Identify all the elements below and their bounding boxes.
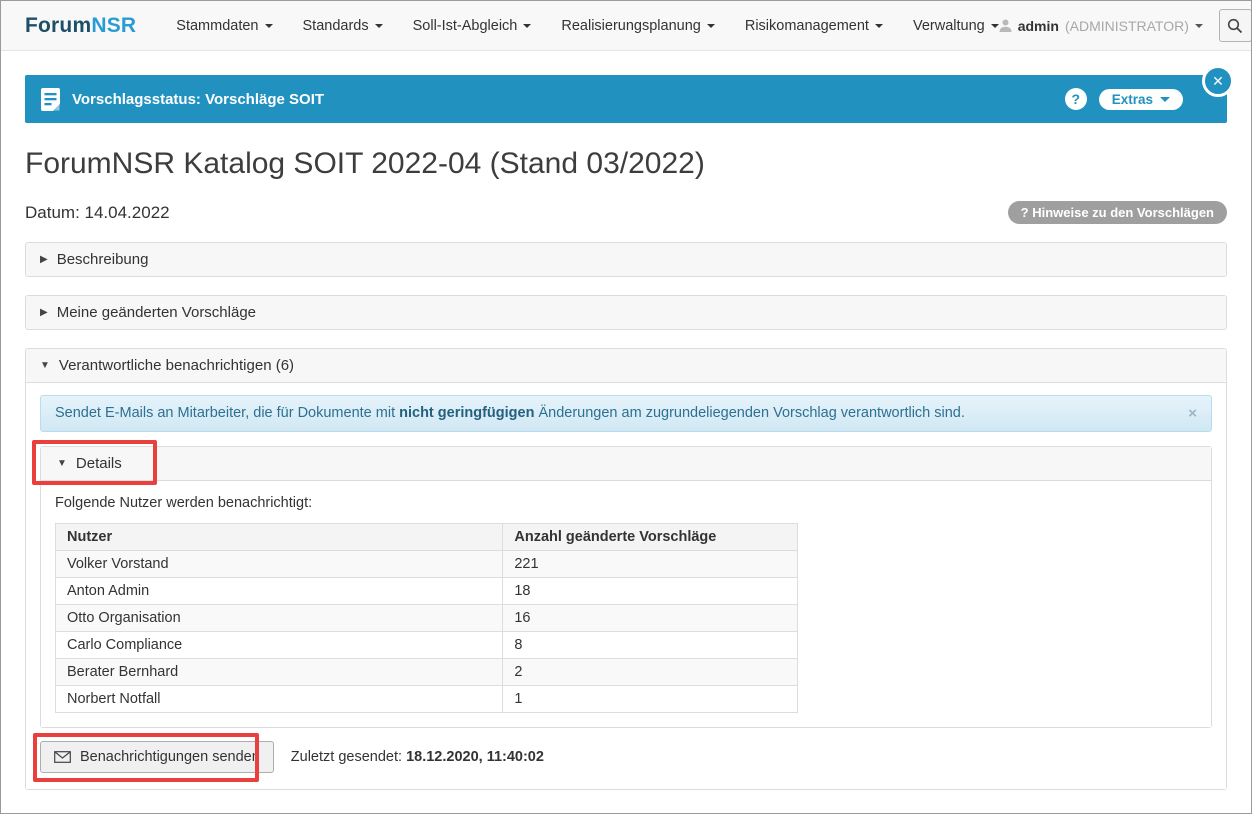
menu-label: Standards xyxy=(303,18,369,34)
caret-down-icon xyxy=(523,24,531,28)
status-header-actions: ? Extras xyxy=(1065,88,1183,110)
cell-count: 221 xyxy=(503,551,798,578)
info-alert: Sendet E-Mails an Mitarbeiter, die für D… xyxy=(40,395,1212,432)
user-menu[interactable]: admin (ADMINISTRATOR) xyxy=(999,18,1203,34)
send-row: Benachrichtigungen senden Zuletzt gesend… xyxy=(40,741,1212,773)
menu-item-standards[interactable]: Standards xyxy=(303,18,383,34)
panel-meine-vorschlaege: ▶ Meine geänderten Vorschläge xyxy=(25,295,1227,330)
panel-meine-vorschlaege-header[interactable]: ▶ Meine geänderten Vorschläge xyxy=(26,296,1226,329)
envelope-icon xyxy=(54,751,71,763)
search-button[interactable] xyxy=(1219,9,1252,42)
close-panel-button[interactable]: ✕ xyxy=(1202,65,1234,97)
subtitle-row: Datum: 14.04.2022 ? Hinweise zu den Vors… xyxy=(25,201,1227,224)
panel-beschreibung: ▶ Beschreibung xyxy=(25,242,1227,277)
page-content: Vorschlagsstatus: Vorschläge SOIT ? Extr… xyxy=(1,75,1251,790)
cell-count: 8 xyxy=(503,632,798,659)
caret-down-icon: ▼ xyxy=(40,361,50,371)
caret-down-icon xyxy=(375,24,383,28)
caret-right-icon: ▶ xyxy=(40,255,48,265)
help-button[interactable]: ? xyxy=(1065,88,1087,110)
topbar-right: admin (ADMINISTRATOR) xyxy=(999,9,1252,42)
menu-label: Verwaltung xyxy=(913,18,985,34)
extras-dropdown-button[interactable]: Extras xyxy=(1099,89,1183,110)
top-navbar: ForumNSR Stammdaten Standards Soll-Ist-A… xyxy=(1,1,1251,51)
table-row: Volker Vorstand 221 xyxy=(56,551,798,578)
menu-label: Risikomanagement xyxy=(745,18,869,34)
column-header-nutzer: Nutzer xyxy=(56,524,503,551)
panel-meine-vorschlaege-label: Meine geänderten Vorschläge xyxy=(57,304,256,321)
send-button-label: Benachrichtigungen senden xyxy=(80,749,260,765)
table-row: Norbert Notfall 1 xyxy=(56,686,798,713)
caret-down-icon: ▼ xyxy=(57,459,67,469)
table-row: Berater Bernhard 2 xyxy=(56,659,798,686)
cell-user: Anton Admin xyxy=(56,578,503,605)
cell-user: Berater Bernhard xyxy=(56,659,503,686)
logo-part-forum: Forum xyxy=(25,14,91,37)
table-row: Carlo Compliance 8 xyxy=(56,632,798,659)
menu-label: Realisierungsplanung xyxy=(561,18,700,34)
panel-verantwortliche-header[interactable]: ▼ Verantwortliche benachrichtigen (6) xyxy=(26,349,1226,382)
document-icon xyxy=(41,88,60,111)
date-text: Datum: 14.04.2022 xyxy=(25,203,170,223)
cell-user: Norbert Notfall xyxy=(56,686,503,713)
table-header-row: Nutzer Anzahl geänderte Vorschläge xyxy=(56,524,798,551)
caret-down-icon xyxy=(265,24,273,28)
details-panel-header[interactable]: ▼ Details xyxy=(41,447,1211,480)
user-role: (ADMINISTRATOR) xyxy=(1065,18,1189,34)
send-button-wrap: Benachrichtigungen senden xyxy=(40,741,274,773)
menu-item-stammdaten[interactable]: Stammdaten xyxy=(176,18,272,34)
menu-item-verwaltung[interactable]: Verwaltung xyxy=(913,18,999,34)
panel-beschreibung-header[interactable]: ▶ Beschreibung xyxy=(26,243,1226,276)
page-title: ForumNSR Katalog SOIT 2022-04 (Stand 03/… xyxy=(25,147,1227,181)
panel-verantwortliche-label: Verantwortliche benachrichtigen (6) xyxy=(59,357,294,374)
cell-count: 16 xyxy=(503,605,798,632)
alert-text: Sendet E-Mails an Mitarbeiter, die für D… xyxy=(55,405,965,421)
status-header-bar: Vorschlagsstatus: Vorschläge SOIT ? Extr… xyxy=(25,75,1227,123)
last-sent-value: 18.12.2020, 11:40:02 xyxy=(406,749,544,765)
cell-count: 18 xyxy=(503,578,798,605)
user-icon xyxy=(999,19,1012,33)
username: admin xyxy=(1018,18,1059,34)
caret-down-icon xyxy=(991,24,999,28)
cell-user: Otto Organisation xyxy=(56,605,503,632)
table-row: Anton Admin 18 xyxy=(56,578,798,605)
cell-count: 1 xyxy=(503,686,798,713)
cell-count: 2 xyxy=(503,659,798,686)
panel-verantwortliche-body: Sendet E-Mails an Mitarbeiter, die für D… xyxy=(26,382,1226,789)
cell-user: Volker Vorstand xyxy=(56,551,503,578)
status-header-title: Vorschlagsstatus: Vorschläge SOIT xyxy=(72,91,324,108)
menu-label: Soll-Ist-Abgleich xyxy=(413,18,518,34)
main-menu: Stammdaten Standards Soll-Ist-Abgleich R… xyxy=(176,18,998,34)
notified-users-table: Nutzer Anzahl geänderte Vorschläge Volke… xyxy=(55,523,798,713)
table-row: Otto Organisation 16 xyxy=(56,605,798,632)
column-header-anzahl: Anzahl geänderte Vorschläge xyxy=(503,524,798,551)
alert-bold-text: nicht geringfügigen xyxy=(399,405,534,421)
app-logo[interactable]: ForumNSR xyxy=(25,14,136,38)
cell-user: Carlo Compliance xyxy=(56,632,503,659)
menu-item-soll-ist-abgleich[interactable]: Soll-Ist-Abgleich xyxy=(413,18,532,34)
menu-item-realisierungsplanung[interactable]: Realisierungsplanung xyxy=(561,18,714,34)
table-intro-text: Folgende Nutzer werden benachrichtigt: xyxy=(55,495,1197,511)
panel-beschreibung-label: Beschreibung xyxy=(57,251,149,268)
caret-down-icon xyxy=(707,24,715,28)
last-sent-text: Zuletzt gesendet: 18.12.2020, 11:40:02 xyxy=(291,749,544,765)
caret-down-icon xyxy=(875,24,883,28)
alert-close-icon[interactable]: × xyxy=(1176,405,1197,422)
details-panel: ▼ Details Folgende Nutzer werden benachr… xyxy=(40,446,1212,728)
logo-part-nsr: NSR xyxy=(91,14,136,37)
caret-down-icon xyxy=(1160,97,1170,102)
app-window: ForumNSR Stammdaten Standards Soll-Ist-A… xyxy=(0,0,1252,814)
hints-badge[interactable]: ? Hinweise zu den Vorschlägen xyxy=(1008,201,1227,224)
menu-item-risikomanagement[interactable]: Risikomanagement xyxy=(745,18,883,34)
details-label: Details xyxy=(76,455,122,472)
menu-label: Stammdaten xyxy=(176,18,258,34)
panel-verantwortliche: ▼ Verantwortliche benachrichtigen (6) Se… xyxy=(25,348,1227,790)
search-icon xyxy=(1227,18,1243,34)
caret-down-icon xyxy=(1195,24,1203,28)
send-notifications-button[interactable]: Benachrichtigungen senden xyxy=(40,741,274,773)
caret-right-icon: ▶ xyxy=(40,308,48,318)
details-panel-body: Folgende Nutzer werden benachrichtigt: N… xyxy=(41,480,1211,727)
extras-label: Extras xyxy=(1112,92,1153,107)
